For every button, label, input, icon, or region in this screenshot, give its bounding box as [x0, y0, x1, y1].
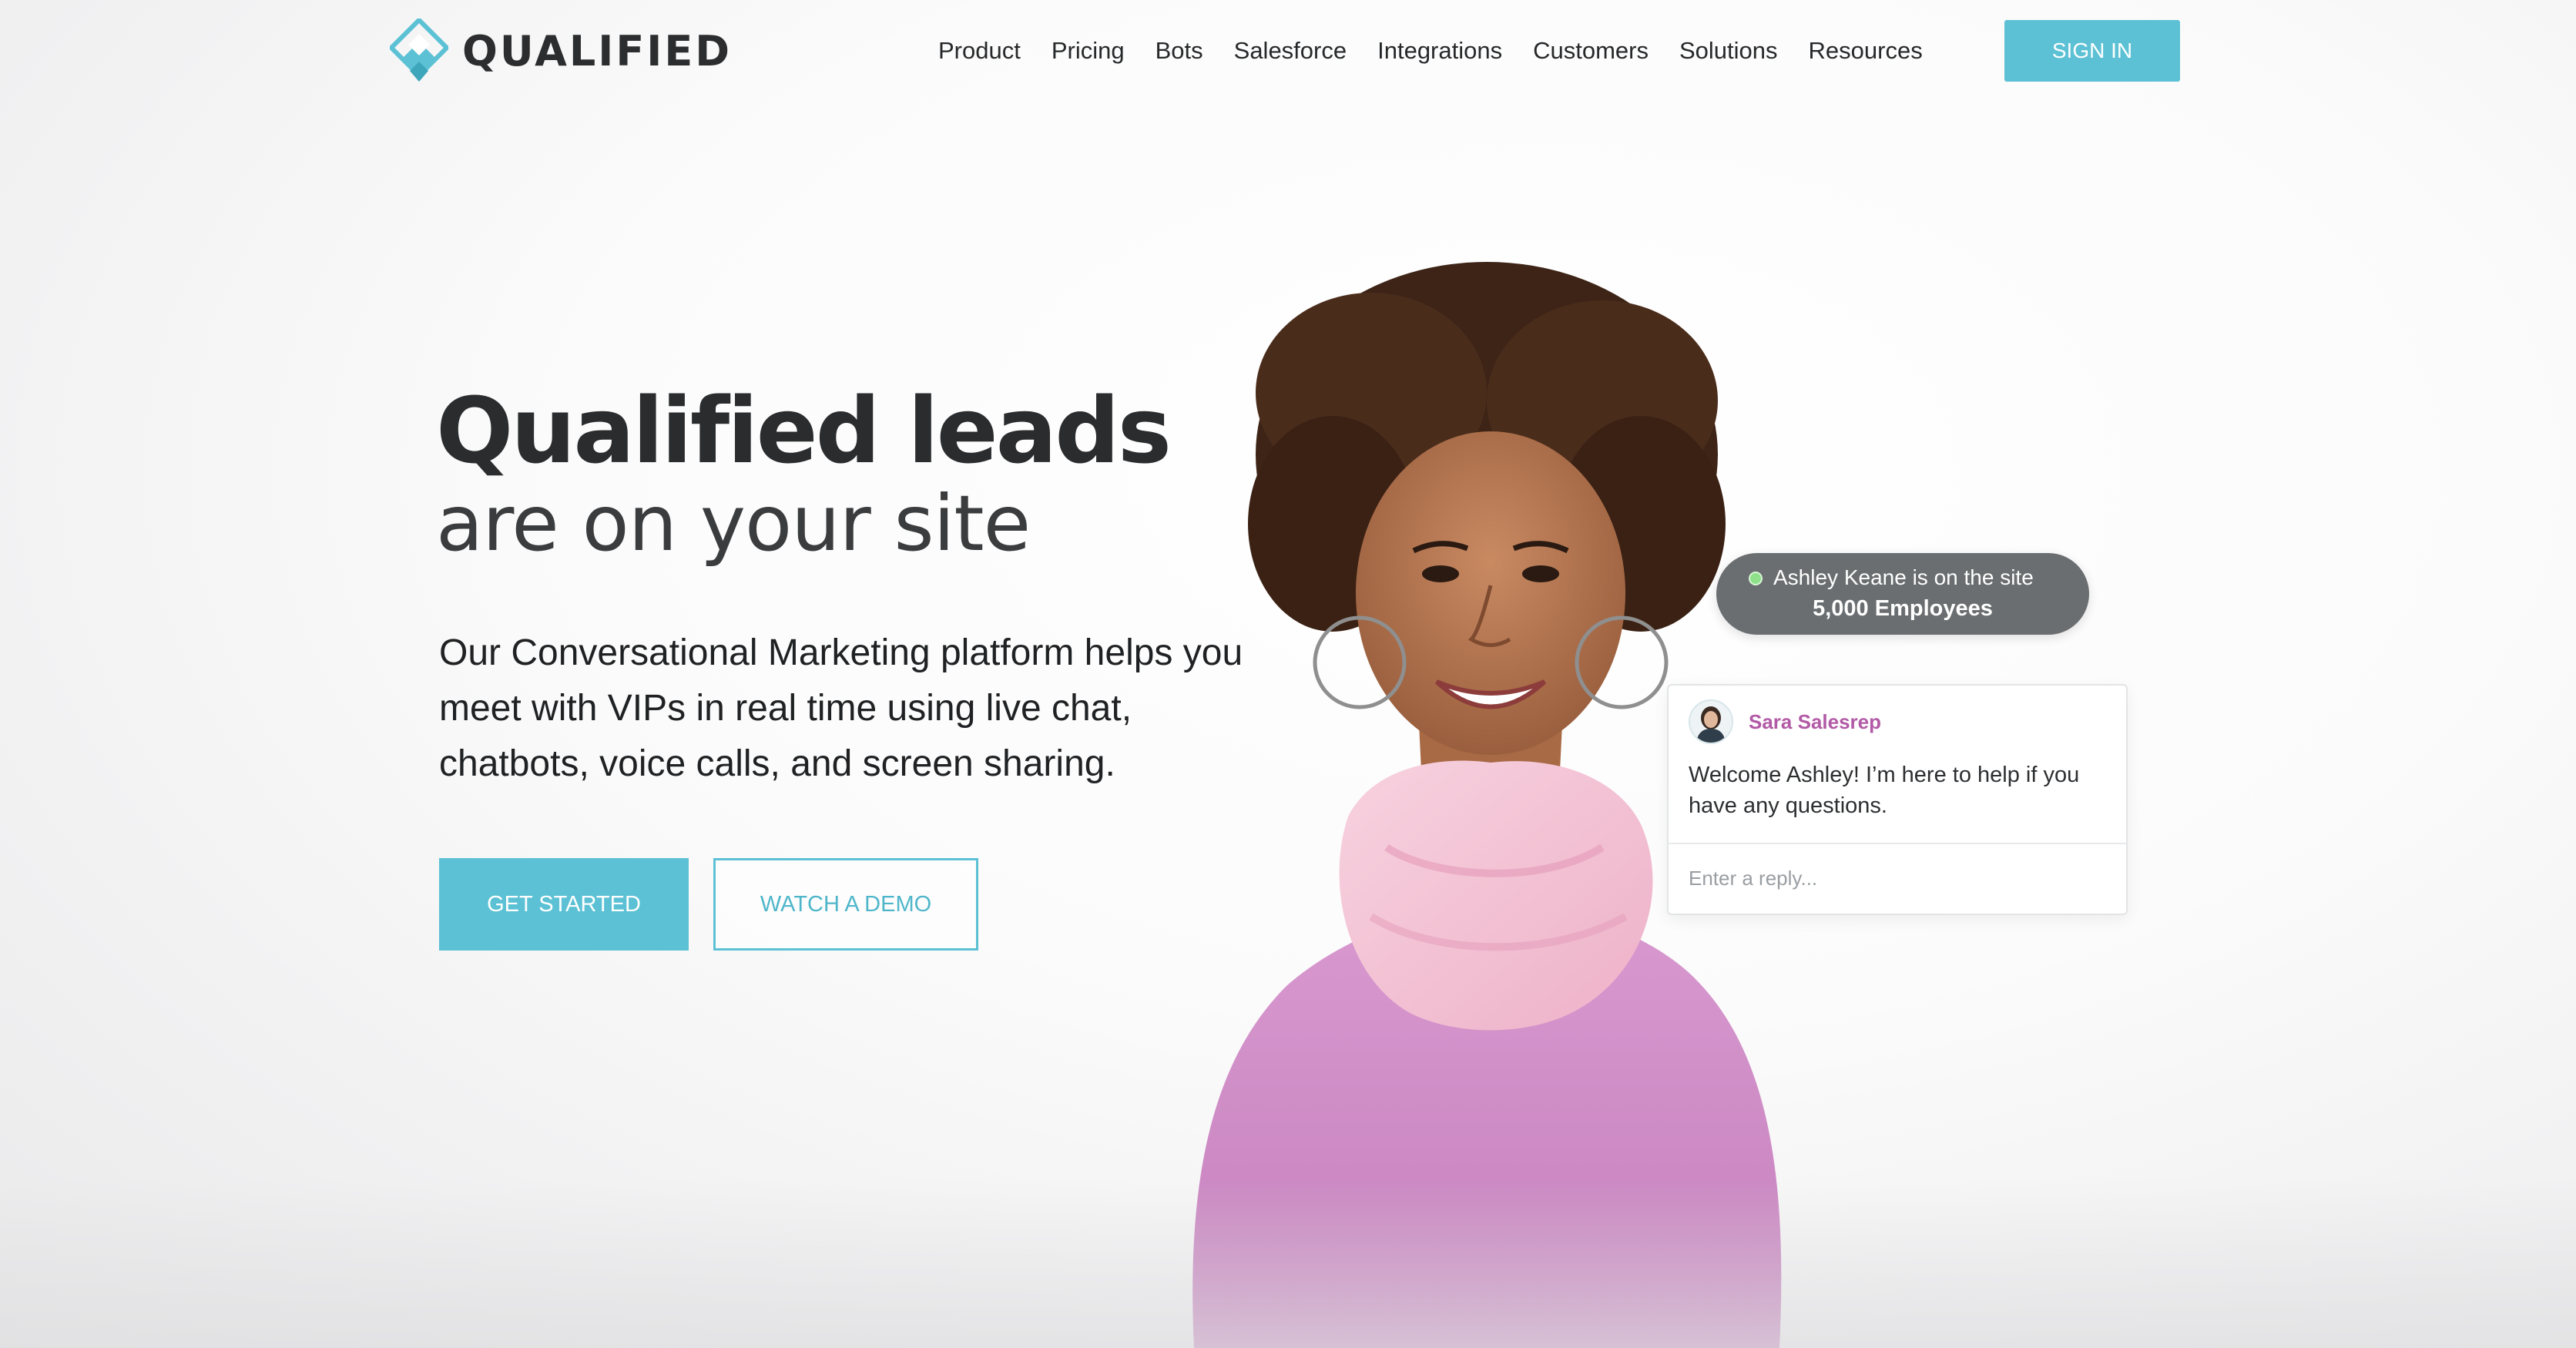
- nav-resources[interactable]: Resources: [1809, 37, 1923, 65]
- main-nav: Product Pricing Bots Salesforce Integrat…: [938, 26, 1954, 75]
- hero-title: Qualified leads: [436, 377, 1172, 484]
- chat-divider: [1669, 843, 2126, 844]
- online-status-icon: [1749, 572, 1763, 585]
- qualified-logo-icon: [390, 18, 448, 82]
- chat-widget: Sara Salesrep Welcome Ashley! I’m here t…: [1667, 684, 2128, 915]
- logo[interactable]: QUALIFIED: [390, 18, 732, 83]
- get-started-button[interactable]: GET STARTED: [439, 858, 689, 951]
- nav-pricing[interactable]: Pricing: [1052, 37, 1125, 65]
- site-header: QUALIFIED Product Pricing Bots Salesforc…: [0, 0, 2576, 102]
- nav-customers[interactable]: Customers: [1533, 37, 1649, 65]
- agent-avatar: [1689, 699, 1733, 744]
- nav-solutions[interactable]: Solutions: [1679, 37, 1778, 65]
- sign-in-button[interactable]: SIGN IN: [2004, 20, 2180, 82]
- nav-salesforce[interactable]: Salesforce: [1234, 37, 1347, 65]
- hero-subtitle: are on your site: [436, 478, 1031, 568]
- agent-name: Sara Salesrep: [1749, 710, 1882, 733]
- logo-text: QUALIFIED: [462, 26, 733, 75]
- chat-reply-input[interactable]: [1689, 855, 2105, 901]
- hero-description: Our Conversational Marketing platform he…: [439, 632, 1243, 784]
- visitor-notification: Ashley Keane is on the site 5,000 Employ…: [1716, 553, 2089, 635]
- nav-integrations[interactable]: Integrations: [1377, 37, 1502, 65]
- chat-message: Welcome Ashley! I’m here to help if you …: [1689, 763, 2080, 818]
- visitor-company-size: 5,000 Employees: [1813, 596, 1993, 621]
- visitor-status-text: Ashley Keane is on the site: [1773, 565, 2034, 589]
- nav-product[interactable]: Product: [938, 37, 1021, 65]
- watch-demo-button[interactable]: WATCH A DEMO: [713, 858, 978, 951]
- agent-avatar-icon: [1690, 701, 1732, 743]
- nav-bots[interactable]: Bots: [1156, 37, 1203, 65]
- landing-page: QUALIFIED Product Pricing Bots Salesforc…: [0, 0, 2576, 1348]
